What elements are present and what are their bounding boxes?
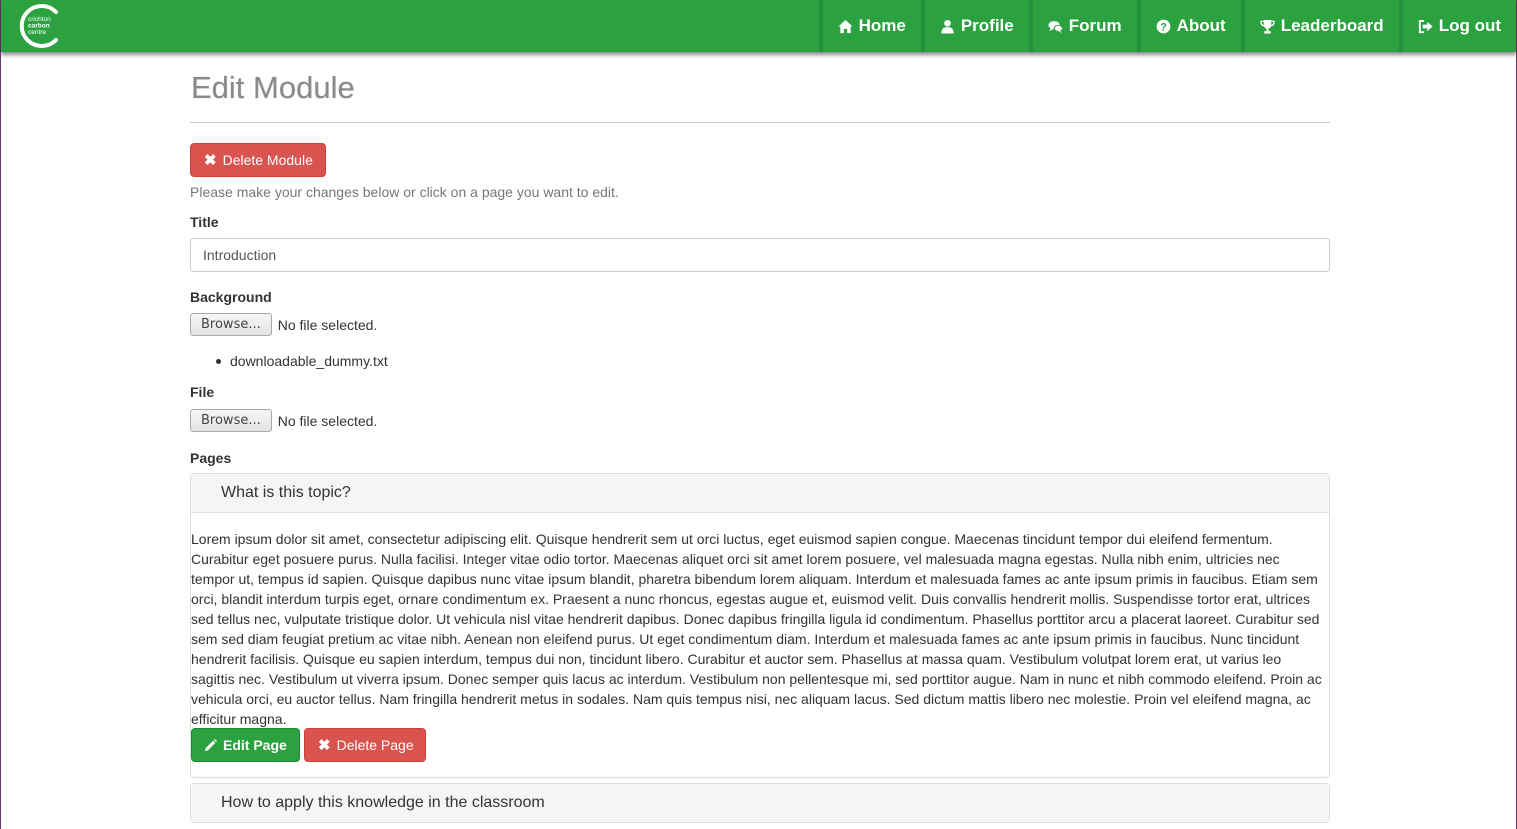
nav-home[interactable]: Home	[818, 0, 921, 52]
background-file-status: No file selected.	[277, 316, 378, 333]
file-browse-button[interactable]: Browse...	[190, 409, 272, 432]
sign-out-icon	[1418, 18, 1434, 34]
title-input[interactable]	[190, 238, 1330, 272]
nav-logout[interactable]: Log out	[1398, 0, 1516, 52]
nav-profile[interactable]: Profile	[920, 0, 1029, 52]
svg-text:centre: centre	[28, 29, 46, 36]
edit-page-label: Edit Page	[223, 737, 287, 753]
nav-profile-label: Profile	[960, 16, 1014, 35]
existing-file-item: downloadable_dummy.txt	[216, 353, 388, 369]
page-panel: What is this topic? Lorem ipsum dolor si…	[190, 473, 1330, 778]
nav-logout-label: Log out	[1438, 16, 1501, 35]
background-file-input: Browse... No file selected.	[190, 313, 377, 336]
page-panel-heading[interactable]: How to apply this knowledge in the class…	[191, 784, 1329, 822]
page-panel: How to apply this knowledge in the class…	[190, 783, 1330, 823]
title-label: Title	[190, 214, 219, 230]
delete-page-label: Delete Page	[336, 737, 414, 753]
pages-label: Pages	[190, 450, 232, 466]
help-text: Please make your changes below or click …	[190, 184, 619, 200]
question-circle-icon: ?	[1156, 18, 1172, 34]
bullet-icon	[216, 358, 221, 364]
existing-file-name: downloadable_dummy.txt	[230, 353, 388, 369]
delete-module-button[interactable]: ✖ Delete Module	[190, 143, 326, 177]
user-icon	[940, 18, 956, 34]
nav-leaderboard[interactable]: Leaderboard	[1240, 0, 1399, 52]
delete-page-button[interactable]: ✖ Delete Page	[304, 728, 426, 762]
background-label: Background	[190, 289, 272, 305]
main-nav: Home Profile Forum ? About Leaderboard L…	[818, 0, 1516, 52]
trophy-icon	[1260, 18, 1276, 34]
delete-module-label: Delete Module	[222, 152, 313, 168]
title-divider	[190, 122, 1330, 123]
close-icon: ✖	[318, 737, 331, 754]
page-title: Edit Module	[191, 70, 355, 105]
page-panel-heading[interactable]: What is this topic?	[191, 474, 1329, 513]
file-input: Browse... No file selected.	[190, 409, 377, 432]
crichton-carbon-centre-logo[interactable]: crichton carbon centre	[16, 2, 64, 50]
nav-leaderboard-label: Leaderboard	[1280, 16, 1384, 35]
top-navbar: crichton carbon centre Home Profile Foru…	[1, 0, 1516, 52]
nav-forum-label: Forum	[1068, 16, 1122, 35]
page-body-text: Lorem ipsum dolor sit amet, consectetur …	[191, 531, 1322, 727]
nav-home-label: Home	[858, 16, 906, 35]
page-actions: Edit Page ✖ Delete Page	[191, 728, 426, 762]
nav-about[interactable]: ? About	[1136, 0, 1241, 52]
home-icon	[838, 18, 854, 34]
nav-forum[interactable]: Forum	[1028, 0, 1137, 52]
svg-text:?: ?	[1160, 21, 1167, 33]
pencil-icon	[204, 738, 217, 751]
file-label: File	[190, 384, 215, 400]
nav-about-label: About	[1176, 16, 1226, 35]
background-browse-button[interactable]: Browse...	[190, 313, 272, 336]
edit-page-button[interactable]: Edit Page	[191, 728, 300, 762]
comments-icon	[1048, 18, 1064, 34]
file-status: No file selected.	[277, 412, 378, 429]
close-icon: ✖	[204, 152, 217, 169]
